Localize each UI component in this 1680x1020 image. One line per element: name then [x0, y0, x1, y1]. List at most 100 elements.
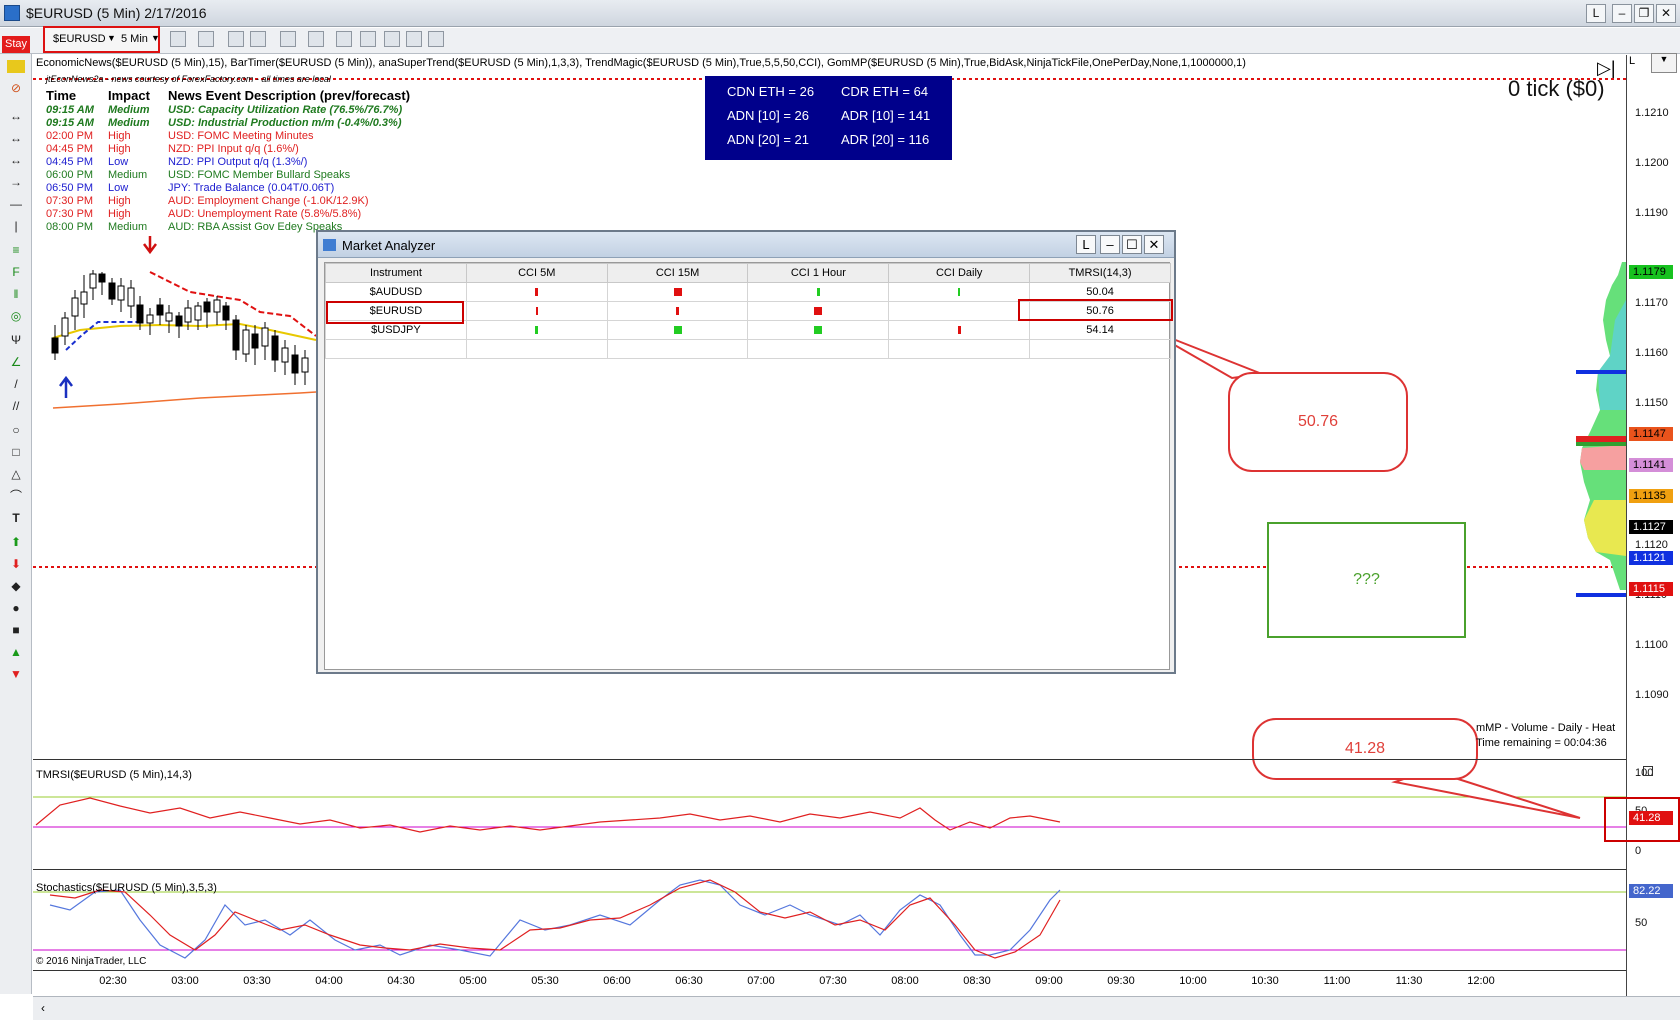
price-tick: 1.1090: [1635, 689, 1669, 701]
time-tick: 05:00: [459, 975, 487, 987]
news-impact: Medium: [108, 169, 148, 181]
news-time: 07:30 PM: [46, 208, 94, 220]
price-axis[interactable]: ▼ L 1.1210 1.1200 1.1190 1.1170 1.1160 1.1150…: [1626, 53, 1680, 1000]
bar-time-remaining: Time remaining = 00:04:36: [1476, 737, 1607, 749]
news-impact: High: [108, 208, 131, 220]
cci-green-marker: [535, 326, 539, 335]
empty-cell[interactable]: [888, 339, 1031, 359]
price-tick: 1.1150: [1635, 397, 1668, 409]
chevron-down-icon[interactable]: ▼: [1651, 53, 1677, 73]
cci-cell[interactable]: [747, 320, 890, 340]
time-tick: 02:30: [99, 975, 127, 987]
cci-cell[interactable]: [747, 301, 890, 321]
adr-panel: CDN ETH = 26 CDR ETH = 64 ADN [10] = 26 …: [705, 76, 952, 160]
price-tag: 1.1127: [1629, 520, 1673, 534]
cci-cell[interactable]: [606, 301, 749, 321]
cci-green-marker: [816, 288, 820, 297]
highlight-tmrsi-value: [1018, 299, 1173, 321]
time-tick: 04:30: [387, 975, 415, 987]
adr-20: ADR [20] = 116: [841, 132, 930, 147]
adn-20: ADN [20] = 21: [727, 132, 810, 147]
column-header[interactable]: CCI 1 Hour: [747, 263, 890, 283]
column-header[interactable]: Instrument: [325, 263, 467, 283]
empty-cell[interactable]: [325, 339, 467, 359]
pane-separator[interactable]: [33, 869, 1626, 870]
news-impact: High: [108, 130, 131, 142]
time-axis[interactable]: 02:30 03:00 03:30 04:00 04:30 05:00 05:30 06:00…: [33, 970, 1626, 992]
time-tick: 07:00: [747, 975, 775, 987]
ma-minimize-button[interactable]: –: [1100, 235, 1120, 254]
empty-cell[interactable]: [606, 339, 749, 359]
time-tick: 06:00: [603, 975, 631, 987]
horizontal-scrollbar[interactable]: ‹: [33, 996, 1680, 1020]
column-header[interactable]: CCI 5M: [465, 263, 608, 283]
price-tick: 1.1100: [1635, 639, 1668, 651]
signal-arrow-up-icon: [59, 375, 73, 398]
cci-cell[interactable]: [747, 282, 890, 302]
time-tick: 06:30: [675, 975, 703, 987]
pane-separator[interactable]: [33, 759, 1626, 760]
time-tick: 10:00: [1179, 975, 1207, 987]
cci-cell[interactable]: [888, 282, 1031, 302]
ma-link-button[interactable]: L: [1076, 235, 1096, 254]
moving-average-line: [52, 391, 317, 409]
news-impact: Low: [108, 182, 129, 194]
cci-cell[interactable]: [465, 282, 608, 302]
time-tick: 09:30: [1107, 975, 1135, 987]
tmrsi-pane-label: TMRSI($EURUSD (5 Min),14,3): [36, 769, 192, 781]
column-header[interactable]: TMRSI(14,3): [1029, 263, 1171, 283]
time-tick: 07:30: [819, 975, 847, 987]
news-time: 09:15 AM: [46, 117, 94, 129]
time-tick: 09:00: [1035, 975, 1063, 987]
news-impact: Medium: [108, 117, 150, 129]
news-desc: USD: FOMC Meeting Minutes: [168, 130, 314, 142]
ma-close-button[interactable]: ✕: [1144, 235, 1164, 254]
time-tick: 04:00: [315, 975, 343, 987]
news-time: 04:45 PM: [46, 143, 94, 155]
cci-red-marker: [676, 307, 680, 316]
adn-10: ADN [10] = 26: [727, 108, 810, 123]
cci-green-marker: [814, 326, 823, 335]
column-header[interactable]: CCI 15M: [606, 263, 749, 283]
copyright: © 2016 NinjaTrader, LLC: [36, 956, 147, 967]
news-time: 09:15 AM: [46, 104, 94, 116]
analyzer-row-empty[interactable]: [325, 339, 1171, 359]
tmrsi-cell[interactable]: 54.14: [1029, 320, 1171, 340]
tick-counter: 0 tick ($0): [1508, 76, 1605, 101]
time-tick: 08:30: [963, 975, 991, 987]
time-tick: 08:00: [891, 975, 919, 987]
price-tick: 1.1210: [1635, 107, 1669, 119]
time-tick: 11:00: [1323, 975, 1351, 987]
cdr-eth: CDR ETH = 64: [841, 84, 929, 99]
cci-cell[interactable]: [606, 282, 749, 302]
cci-cell[interactable]: [888, 320, 1031, 340]
cci-cell[interactable]: [465, 301, 608, 321]
price-tag: 1.1179: [1629, 265, 1673, 279]
news-desc: JPY: Trade Balance (0.04T/0.06T): [168, 182, 335, 194]
price-axis-menu-icon[interactable]: L: [1629, 55, 1635, 67]
ma-maximize-button[interactable]: ☐: [1122, 235, 1142, 254]
scroll-left-icon[interactable]: ‹: [35, 1000, 51, 1016]
window-icon: [323, 239, 336, 251]
cci-cell[interactable]: [888, 301, 1031, 321]
cci-cell[interactable]: [465, 320, 608, 340]
market-analyzer-titlebar[interactable]: Market Analyzer L – ☐ ✕: [318, 232, 1174, 258]
news-desc: NZD: PPI Output q/q (1.3%/): [168, 156, 308, 168]
callout-rsi-value: 41.28: [1252, 718, 1478, 780]
time-tick: 10:30: [1251, 975, 1279, 987]
time-tick: 03:00: [171, 975, 199, 987]
empty-cell[interactable]: [747, 339, 890, 359]
news-desc: AUD: Unemployment Rate (5.8%/5.8%): [168, 208, 362, 220]
bar-timer-icon: ▷|: [1597, 58, 1616, 78]
empty-cell[interactable]: [465, 339, 608, 359]
cci-cell[interactable]: [606, 320, 749, 340]
column-header[interactable]: CCI Daily: [888, 263, 1031, 283]
market-analyzer-window[interactable]: Market Analyzer L – ☐ ✕ Instrument CCI 5M…: [316, 230, 1176, 674]
instrument-cell[interactable]: $AUDUSD: [325, 282, 467, 302]
pane-maximize-icon[interactable]: [1643, 766, 1653, 776]
time-tick: 05:30: [531, 975, 559, 987]
cci-red-marker: [957, 326, 961, 335]
empty-cell[interactable]: [1029, 339, 1171, 359]
cdn-eth: CDN ETH = 26: [727, 84, 815, 99]
price-tick: 1.1200: [1635, 157, 1669, 169]
